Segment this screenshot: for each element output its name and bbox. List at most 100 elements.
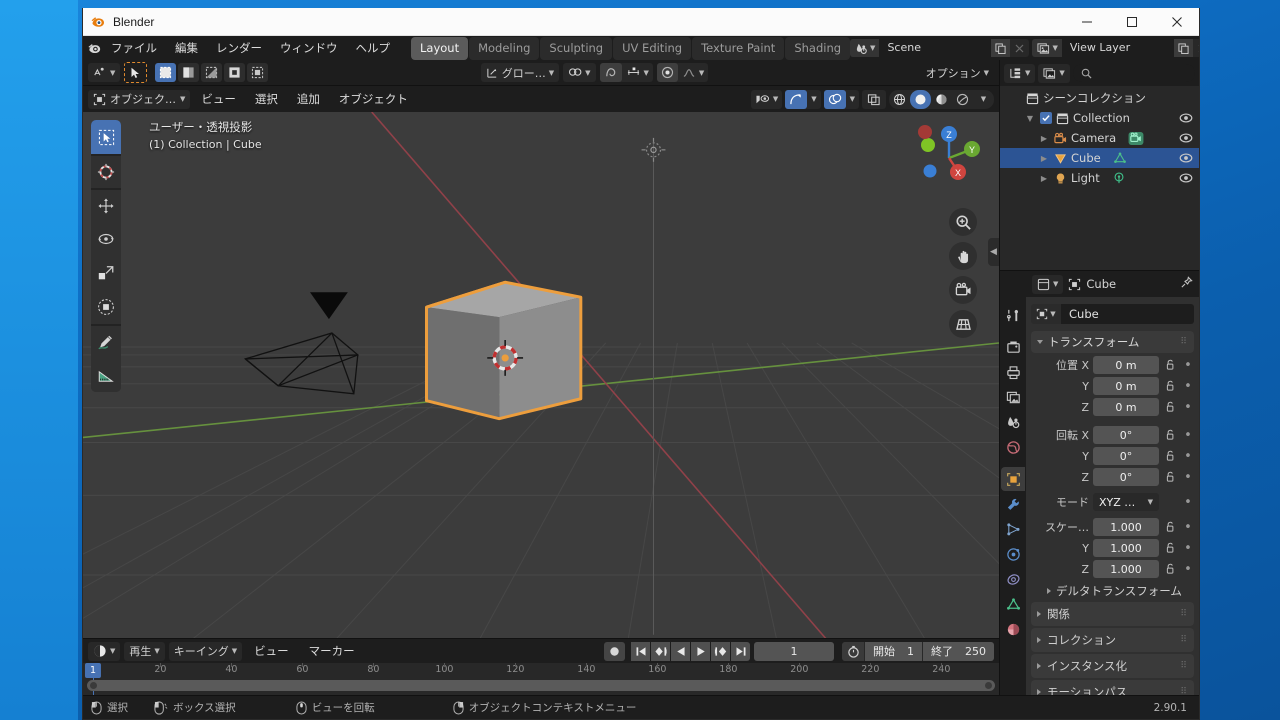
delta-transform-panel[interactable]: デルタトランスフォーム xyxy=(1031,580,1194,602)
viewport-menu-view[interactable]: ビュー xyxy=(193,89,244,109)
sidebar-toggle-arrow[interactable]: ◀ xyxy=(988,238,999,266)
scene-name[interactable]: Scene xyxy=(879,39,992,57)
snap-target-button[interactable]: ▼ xyxy=(622,63,653,82)
menu-file[interactable]: ファイル xyxy=(102,37,166,59)
select-subtract-button[interactable] xyxy=(201,63,223,82)
camera-icon[interactable] xyxy=(949,276,977,304)
animate-property-dot[interactable]: • xyxy=(1182,541,1194,556)
outliner-row-cube[interactable]: ▶ Cube xyxy=(1000,148,1199,168)
end-frame-field[interactable]: 終了 250 xyxy=(923,641,994,661)
viewlayer-name[interactable]: View Layer xyxy=(1061,39,1174,57)
animate-property-dot[interactable]: • xyxy=(1182,449,1194,464)
play-reverse-button[interactable] xyxy=(671,641,690,661)
3d-viewport[interactable]: ユーザー・透視投影 (1) Collection | Cube Z Y X ◀ xyxy=(83,112,999,638)
lock-icon[interactable] xyxy=(1163,380,1178,392)
playhead-marker[interactable]: 1 xyxy=(84,663,102,678)
visibility-eye-icon[interactable] xyxy=(1179,132,1193,144)
properties-tab-constraints[interactable] xyxy=(1001,567,1025,591)
tool-rotate[interactable] xyxy=(91,222,121,256)
property-value[interactable]: 1.000 xyxy=(1093,539,1159,557)
options-button[interactable]: オプション ▼ xyxy=(921,63,994,82)
tab-modeling[interactable]: Modeling xyxy=(469,36,540,60)
pin-icon[interactable] xyxy=(1180,276,1193,292)
timeline-ruler[interactable]: 20 40 60 80 100 120 140 160 180 200 220 240 1 xyxy=(83,663,999,695)
show-gizmo-button[interactable] xyxy=(785,89,808,109)
object-name-field[interactable]: ▼ Cube xyxy=(1031,304,1194,324)
property-value[interactable]: 0° xyxy=(1093,468,1159,486)
menu-render[interactable]: レンダー xyxy=(207,37,271,59)
shading-solid-button[interactable] xyxy=(910,89,931,109)
shading-options-button[interactable]: ▼ xyxy=(973,90,994,109)
closed-panel-コレクション[interactable]: コレクション ⠿ xyxy=(1031,628,1194,652)
tool-annotate[interactable] xyxy=(91,324,121,358)
menu-window[interactable]: ウィンドウ xyxy=(271,37,347,59)
window-close-button[interactable] xyxy=(1154,8,1199,36)
tool-select-box[interactable] xyxy=(91,120,121,154)
properties-tab-modifiers[interactable] xyxy=(1001,492,1025,516)
start-frame-field[interactable]: 開始 1 xyxy=(865,641,922,661)
toggle-xray-button[interactable] xyxy=(862,89,886,109)
current-frame-field[interactable]: 1 xyxy=(754,641,834,661)
outliner-search-input[interactable] xyxy=(1072,64,1195,82)
scene-new-button[interactable] xyxy=(991,39,1011,57)
animate-property-dot[interactable]: • xyxy=(1182,358,1194,373)
object-type-visibility-button[interactable]: ▼ xyxy=(751,90,782,109)
lock-icon[interactable] xyxy=(1163,450,1178,462)
disclosure-triangle-icon[interactable]: ▶ xyxy=(1038,134,1050,143)
lock-icon[interactable] xyxy=(1163,359,1178,371)
properties-tab-scene[interactable] xyxy=(1001,410,1025,434)
lock-icon[interactable] xyxy=(1163,471,1178,483)
properties-editor-type-button[interactable]: ▼ xyxy=(1032,274,1064,294)
shading-material-button[interactable] xyxy=(931,90,952,109)
animate-property-dot[interactable]: • xyxy=(1182,379,1194,394)
animate-property-dot[interactable]: • xyxy=(1182,428,1194,443)
properties-tab-particles[interactable] xyxy=(1001,517,1025,541)
property-value[interactable]: 1.000 xyxy=(1093,518,1159,536)
outliner-row-シーンコレクション[interactable]: シーンコレクション xyxy=(1000,88,1199,108)
interaction-mode-selector[interactable]: オブジェク… ▼ xyxy=(88,89,191,109)
animate-property-dot[interactable]: • xyxy=(1182,520,1194,535)
proportional-falloff-button[interactable]: ▼ xyxy=(678,63,708,82)
visibility-eye-icon[interactable] xyxy=(1179,112,1193,124)
navigation-gizmo[interactable]: Z Y X xyxy=(913,122,985,194)
visibility-eye-icon[interactable] xyxy=(1179,172,1193,184)
shading-rendered-button[interactable] xyxy=(952,90,973,109)
properties-tab-physics[interactable] xyxy=(1001,542,1025,566)
editor-type-button[interactable]: ▼ xyxy=(88,641,121,661)
property-value[interactable]: 0° xyxy=(1093,447,1159,465)
gizmo-options-button[interactable]: ▼ xyxy=(807,90,820,109)
select-extend-button[interactable] xyxy=(178,63,200,82)
property-value[interactable]: 0 m xyxy=(1093,377,1159,395)
viewlayer-unlink-button[interactable] xyxy=(1193,39,1199,57)
closed-panel-関係[interactable]: 関係 ⠿ xyxy=(1031,602,1194,626)
outliner-data-icon[interactable] xyxy=(1128,131,1144,146)
tool-transform[interactable] xyxy=(91,290,121,324)
lock-icon[interactable] xyxy=(1163,542,1178,554)
properties-tab-output[interactable] xyxy=(1001,360,1025,384)
disclosure-triangle-icon[interactable]: ▼ xyxy=(1024,114,1036,123)
properties-tab-object-data[interactable] xyxy=(1001,592,1025,616)
lock-icon[interactable] xyxy=(1163,521,1178,533)
properties-tab-tool[interactable] xyxy=(1001,303,1025,327)
overlays-options-button[interactable]: ▼ xyxy=(846,90,859,109)
blender-logo-icon[interactable] xyxy=(87,41,102,56)
zoom-icon[interactable] xyxy=(949,208,977,236)
outliner-editor-type-button[interactable]: ▼ xyxy=(1004,63,1036,83)
collection-checkbox[interactable] xyxy=(1040,112,1052,124)
animate-property-dot[interactable]: • xyxy=(1182,562,1194,577)
closed-panel-モーションパス[interactable]: モーションパス ⠿ xyxy=(1031,680,1194,695)
grid-icon[interactable] xyxy=(949,310,977,338)
jump-to-prev-keyframe-button[interactable] xyxy=(651,641,670,661)
timeline-scrollbar[interactable] xyxy=(87,680,995,691)
lock-icon[interactable] xyxy=(1163,401,1178,413)
property-value[interactable]: 0 m xyxy=(1093,398,1159,416)
tool-move[interactable] xyxy=(91,188,121,222)
window-maximize-button[interactable] xyxy=(1109,8,1154,36)
lock-icon[interactable] xyxy=(1163,429,1178,441)
closed-panel-インスタンス化[interactable]: インスタンス化 ⠿ xyxy=(1031,654,1194,678)
scene-browse-button[interactable]: ▼ xyxy=(850,39,880,57)
tool-measure[interactable] xyxy=(91,358,121,392)
viewlayer-browse-button[interactable]: ▼ xyxy=(1032,39,1062,57)
active-tool-button[interactable]: ▼ xyxy=(88,63,121,82)
timeline-menu-keying[interactable]: キーイング ▼ xyxy=(168,641,243,661)
